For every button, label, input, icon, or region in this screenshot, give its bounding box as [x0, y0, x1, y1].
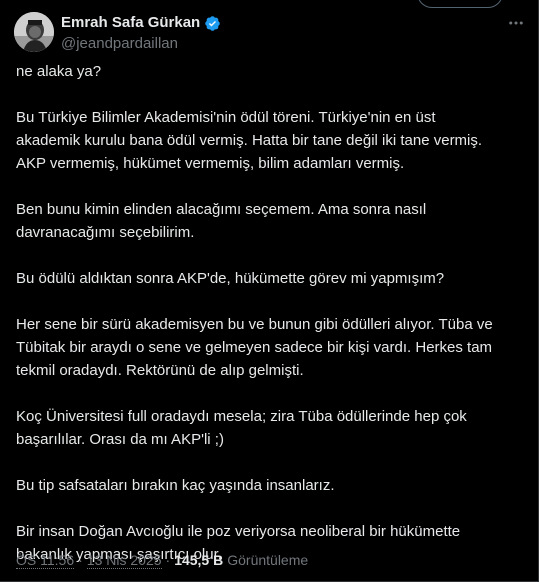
- tweet-line: başarılılar. Orası da mı AKP'li ;): [16, 431, 224, 448]
- views-count: 145,5 B: [174, 552, 224, 568]
- author-name-row[interactable]: Emrah Safa Gürkan: [61, 14, 221, 32]
- verified-badge-icon[interactable]: [204, 15, 221, 32]
- tweet-paragraph: Bu ödülü aldıktan sonra AKP'de, hükümett…: [16, 267, 531, 290]
- follow-button-partial[interactable]: [417, 0, 503, 8]
- author-display-name[interactable]: Emrah Safa Gürkan: [61, 14, 200, 32]
- tweet-line: ne alaka ya?: [16, 63, 102, 80]
- tweet-paragraph: Her sene bir sürü akademisyen bu ve bunu…: [16, 313, 531, 382]
- tweet-card: Emrah Safa Gürkan @jeandpardaillan ne al…: [0, 0, 539, 582]
- tweet-line: akademik kurulu bana ödül vermiş. Hatta …: [16, 132, 483, 149]
- tweet-line: Bu Türkiye Bilimler Akademisi'nin ödül t…: [16, 109, 436, 126]
- tweet-line: Bir insan Doğan Avcıoğlu ile poz veriyor…: [16, 523, 461, 540]
- tweet-text: ne alaka ya? Bu Türkiye Bilimler Akademi…: [16, 60, 531, 566]
- meta-separator: ·: [165, 552, 171, 568]
- tweet-line: davranacağımı seçebilirim.: [16, 224, 195, 241]
- tweet-line: Her sene bir sürü akademisyen bu ve bunu…: [16, 316, 493, 333]
- tweet-line: Koç Üniversitesi full oradaydı mesela; z…: [16, 408, 467, 425]
- tweet-meta: ÖS 11:56 · 13 Nis 2025 · 145,5 B Görüntü…: [16, 551, 308, 569]
- tweet-timestamp-time[interactable]: ÖS 11:56: [16, 552, 75, 569]
- tweet-timestamp-date[interactable]: 13 Nis 2025: [86, 552, 162, 569]
- meta-separator: ·: [78, 552, 83, 568]
- tweet-line: Ben bunu kimin elinden alacağımı seçemem…: [16, 201, 427, 218]
- tweet-paragraph: Bu Türkiye Bilimler Akademisi'nin ödül t…: [16, 106, 531, 175]
- more-options-button[interactable]: [505, 12, 527, 34]
- tweet-line: AKP vermemiş, hükümet vermemiş, bilim ad…: [16, 155, 405, 172]
- author-handle[interactable]: @jeandpardaillan: [61, 35, 178, 53]
- views-label: Görüntüleme: [227, 552, 309, 568]
- tweet-line: tekmil oradaydı. Rektörünü de alıp gelmi…: [16, 362, 304, 379]
- tweet-paragraph: Bu tip safsataları bırakın kaç yaşında i…: [16, 474, 531, 497]
- tweet-paragraph: Ben bunu kimin elinden alacağımı seçemem…: [16, 198, 531, 244]
- tweet-line: Bu ödülü aldıktan sonra AKP'de, hükümett…: [16, 270, 445, 287]
- tweet-line: Bu tip safsataları bırakın kaç yaşında i…: [16, 477, 335, 494]
- tweet-line: Tübitak bir araydı o sene ve gelmeyen sa…: [16, 339, 493, 356]
- avatar[interactable]: [14, 12, 54, 52]
- tweet-paragraph: ne alaka ya?: [16, 60, 531, 83]
- tweet-paragraph: Koç Üniversitesi full oradaydı mesela; z…: [16, 405, 531, 451]
- more-options-icon: [509, 21, 523, 25]
